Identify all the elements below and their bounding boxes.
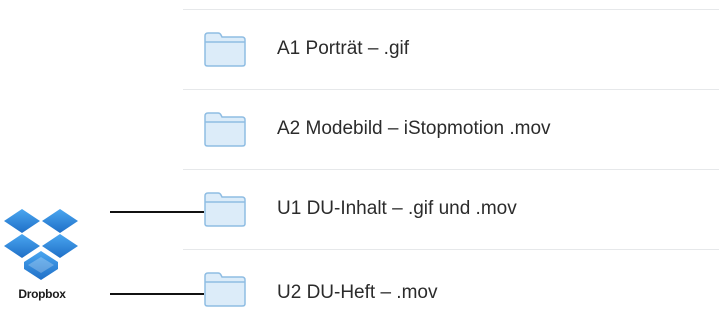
- dropbox-logo-text: Dropbox: [18, 287, 66, 301]
- folder-icon: [204, 272, 246, 307]
- folder-name: U2 DU-Heft – .mov: [277, 282, 438, 303]
- folder-name: U1 DU-Inhalt – .gif und .mov: [277, 198, 517, 219]
- folder-icon: [204, 112, 246, 147]
- folder-icon: [204, 192, 246, 227]
- folder-name: A2 Modebild – iStopmotion .mov: [277, 118, 551, 139]
- folder-list: A1 Porträt – .gif A2 Modebild – iStopmot…: [183, 0, 719, 329]
- folder-row-a2[interactable]: A2 Modebild – iStopmotion .mov: [183, 90, 719, 170]
- connector-line-u2: [110, 293, 204, 295]
- folder-row-u1[interactable]: U1 DU-Inhalt – .gif und .mov: [183, 170, 719, 250]
- folder-name: A1 Porträt – .gif: [277, 38, 410, 59]
- folder-row-a1[interactable]: A1 Porträt – .gif: [183, 10, 719, 90]
- folder-icon: [204, 32, 246, 67]
- connector-line-u1: [110, 211, 204, 213]
- folder-row-u2[interactable]: U2 DU-Heft – .mov: [183, 250, 719, 330]
